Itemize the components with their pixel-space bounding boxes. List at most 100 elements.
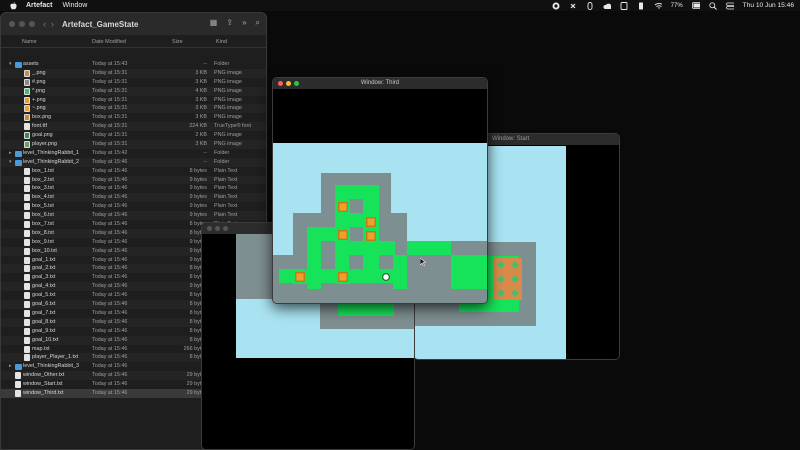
text-file-icon xyxy=(24,221,30,229)
minimize-button[interactable] xyxy=(19,21,25,27)
search-icon[interactable]: ⌕ xyxy=(256,18,260,28)
share-icon[interactable]: ⇪ xyxy=(226,18,233,28)
file-kind: Plain Text xyxy=(214,176,238,183)
column-name[interactable]: Name xyxy=(22,39,37,45)
file-name: player.png xyxy=(32,141,57,148)
tablet-icon[interactable] xyxy=(620,1,628,10)
floor-tile xyxy=(335,185,379,199)
file-kind: Plain Text xyxy=(214,203,238,210)
menu-window[interactable]: Window xyxy=(62,2,87,9)
menu-app-name[interactable]: Artefact xyxy=(26,2,52,9)
file-name: box_5.txt xyxy=(32,203,54,210)
file-row[interactable]: player.png Today at 15:31 3 KB PNG image xyxy=(1,140,266,149)
file-row[interactable]: +.png Today at 15:31 3 KB PNG image xyxy=(1,96,266,105)
file-row[interactable]: box_1.txt Today at 15:46 8 bytes Plain Text xyxy=(1,167,266,176)
file-kind: Plain Text xyxy=(214,185,238,192)
file-name: goal_3.txt xyxy=(32,274,56,281)
file-row[interactable]: _.png Today at 15:31 3 KB PNG image xyxy=(1,68,266,78)
record-icon[interactable] xyxy=(552,2,560,10)
file-kind: PNG image xyxy=(214,78,242,85)
back-icon[interactable]: ‹ xyxy=(43,19,46,29)
file-date: Today at 15:46 xyxy=(92,265,128,272)
file-name: +.png xyxy=(32,96,46,103)
disclosure-triangle-icon[interactable]: ▸ xyxy=(9,150,12,156)
file-date: Today at 15:46 xyxy=(92,336,128,343)
file-date: Today at 15:31 xyxy=(92,114,128,121)
file-size: -- xyxy=(203,149,207,156)
column-size[interactable]: Size xyxy=(172,39,183,45)
file-row[interactable]: font.ttf Today at 15:31 224 KB TrueType® fo… xyxy=(1,122,266,132)
file-date: Today at 15:46 xyxy=(92,185,128,192)
text-file-icon xyxy=(24,301,30,309)
close-icon[interactable] xyxy=(569,2,577,10)
file-name: level_ThinkingRabbit_3 xyxy=(23,363,80,370)
search-icon[interactable] xyxy=(709,1,717,10)
zoom-button[interactable] xyxy=(294,81,299,86)
file-row[interactable]: box_3.txt Today at 15:46 9 bytes Plain Text xyxy=(1,184,266,193)
file-row[interactable]: box_4.txt Today at 15:46 9 bytes Plain Text xyxy=(1,193,266,203)
file-date: Today at 15:31 xyxy=(92,96,128,103)
menu-bar: Artefact Window 77% Thu 10 Jun 15:46 xyxy=(0,0,800,11)
zoom-button[interactable] xyxy=(223,226,228,231)
file-row[interactable]: #.png Today at 15:31 3 KB PNG image xyxy=(1,78,266,87)
disclosure-triangle-icon[interactable]: ▾ xyxy=(9,159,12,165)
file-name: goal.png xyxy=(32,132,53,139)
floor-tile xyxy=(407,241,451,255)
file-name: level_ThinkingRabbit_1 xyxy=(23,149,80,156)
file-row[interactable]: box_5.txt Today at 15:46 9 bytes Plain Text xyxy=(1,202,266,211)
minimize-button[interactable] xyxy=(215,226,220,231)
wifi-icon[interactable] xyxy=(654,2,662,10)
disclosure-triangle-icon[interactable]: ▸ xyxy=(9,363,12,369)
file-date: Today at 15:46 xyxy=(92,194,128,201)
file-row[interactable]: ^.png Today at 15:31 4 KB PNG image xyxy=(1,86,266,96)
file-date: Today at 15:46 xyxy=(92,372,128,379)
battery-percent: 77% xyxy=(670,2,683,9)
control-center-icon[interactable] xyxy=(725,2,734,10)
file-name: goal_1.txt xyxy=(32,256,56,263)
battery-monitor-icon[interactable] xyxy=(637,2,645,10)
disclosure-triangle-icon[interactable]: ▾ xyxy=(9,61,12,67)
file-date: Today at 15:46 xyxy=(92,309,128,316)
canvas-black-area xyxy=(566,146,619,359)
file-row[interactable]: box_2.txt Today at 15:46 9 bytes Plain Text xyxy=(1,175,266,185)
game-canvas-third[interactable] xyxy=(273,89,487,304)
text-file-icon xyxy=(24,283,30,291)
file-row[interactable]: goal.png Today at 15:31 2 KB PNG image xyxy=(1,131,266,140)
file-name: goal_7.txt xyxy=(32,309,56,316)
close-button[interactable] xyxy=(278,81,283,86)
image-file-icon xyxy=(24,69,30,77)
apple-icon[interactable] xyxy=(9,1,18,10)
file-name: box_3.txt xyxy=(32,185,54,192)
text-file-icon xyxy=(24,309,30,317)
folder-row[interactable]: ▾ level_ThinkingRabbit_2 Today at 15:46 -- F… xyxy=(1,157,266,167)
file-row[interactable]: ~.png Today at 15:31 3 KB PNG image xyxy=(1,104,266,114)
file-date: Today at 15:31 xyxy=(92,132,128,139)
file-row[interactable]: box_6.txt Today at 15:46 9 bytes Plain Text xyxy=(1,211,266,221)
zoom-button[interactable] xyxy=(29,21,35,27)
folder-title: Artefact_GameState xyxy=(62,19,139,29)
status-area: 77% Thu 10 Jun 15:46 xyxy=(552,0,794,11)
column-kind[interactable]: Kind xyxy=(216,39,227,45)
file-date: Today at 15:46 xyxy=(92,247,128,254)
close-button[interactable] xyxy=(207,226,212,231)
mouse-icon[interactable] xyxy=(586,1,594,10)
file-name: ~.png xyxy=(32,105,46,112)
more-icon[interactable]: » xyxy=(242,18,246,28)
file-size: 224 KB xyxy=(189,123,207,130)
folder-row[interactable]: ▸ level_ThinkingRabbit_1 Today at 15:42 -- F… xyxy=(1,149,266,158)
image-file-icon xyxy=(24,96,30,104)
image-file-icon xyxy=(24,87,30,95)
cloud-icon[interactable] xyxy=(603,2,611,10)
minimize-button[interactable] xyxy=(286,81,291,86)
canvas-bottom-border xyxy=(202,358,414,449)
forward-icon[interactable]: › xyxy=(51,19,54,29)
file-row[interactable]: box.png Today at 15:31 3 KB PNG image xyxy=(1,113,266,122)
menu-clock[interactable]: Thu 10 Jun 15:46 xyxy=(743,2,794,9)
battery-icon[interactable] xyxy=(691,2,700,10)
folder-row[interactable]: ▾ assets Today at 15:43 -- Folder xyxy=(1,60,266,69)
file-size: 2 KB xyxy=(195,132,207,139)
text-file-icon xyxy=(24,167,30,175)
close-button[interactable] xyxy=(9,21,15,27)
column-date[interactable]: Date Modified xyxy=(92,39,126,45)
view-options-icon[interactable]: ▦ xyxy=(210,18,218,28)
